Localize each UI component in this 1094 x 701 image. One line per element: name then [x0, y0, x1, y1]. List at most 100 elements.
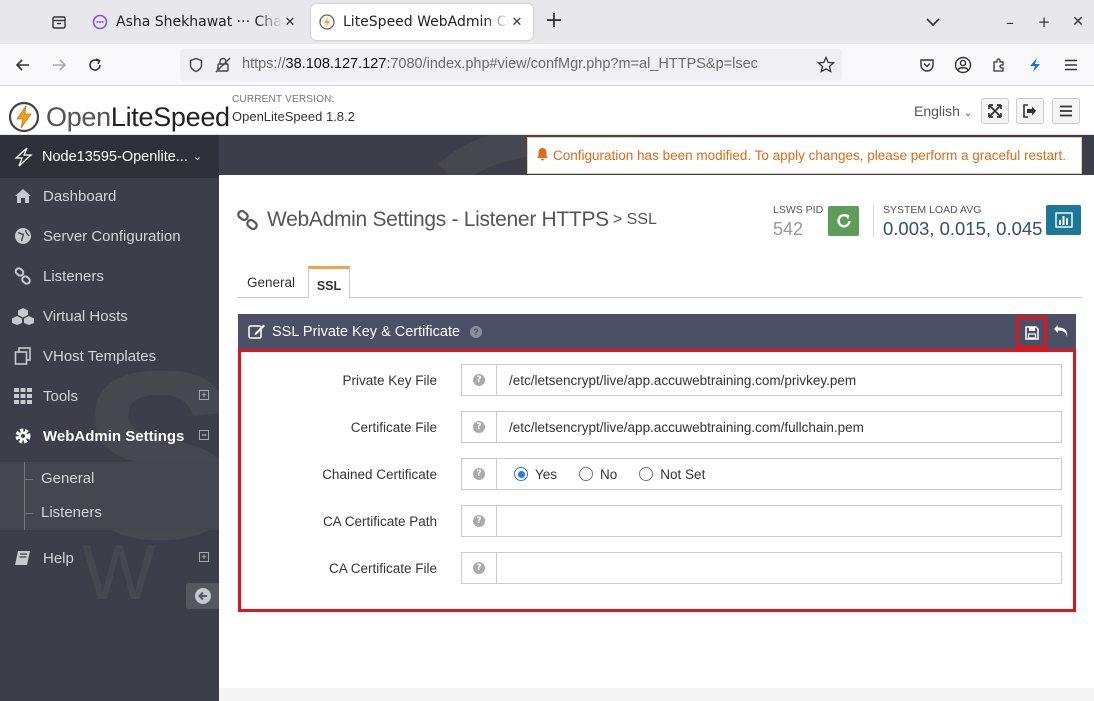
alert-text: Configuration has been modified. To appl…	[553, 148, 1067, 163]
sidebar-item-server-configuration[interactable]: Server Configuration	[0, 216, 219, 256]
tree-connector	[24, 462, 34, 496]
language-selector[interactable]: English ⌄	[914, 103, 972, 119]
sidebar-item-label: Listeners	[43, 267, 104, 285]
logout-button[interactable]	[1016, 98, 1044, 124]
url-bar[interactable]: https://38.108.127.127:7080/index.php#vi…	[180, 49, 842, 81]
menu-toggle-button[interactable]	[1052, 98, 1080, 124]
sidebar-subitem-listeners[interactable]: Listeners	[0, 496, 219, 530]
ca-certificate-file-field[interactable]	[496, 552, 1062, 584]
certificate-file-field[interactable]: /etc/letsencrypt/live/app.accuwebtrainin…	[496, 411, 1062, 443]
sidebar-subitem-general[interactable]: General	[0, 462, 219, 496]
globe-icon	[12, 227, 34, 245]
node-name: Node13595-Openlite...	[42, 148, 188, 165]
help-box[interactable]: ?	[461, 411, 496, 443]
sidebar-item-label: Server Configuration	[43, 227, 181, 245]
help-box[interactable]: ?	[461, 364, 496, 396]
sidebar-item-virtual-hosts[interactable]: Virtual Hosts	[0, 296, 219, 336]
close-tab-icon[interactable]: ✕	[509, 15, 525, 30]
expand-icon	[988, 104, 1002, 118]
close-tab-icon[interactable]: ✕	[282, 15, 298, 30]
sidebar-item-tools[interactable]: Tools +	[0, 376, 219, 416]
radio-dot	[639, 467, 654, 481]
logo-text: OpenLiteSpeed	[46, 101, 230, 132]
load-label: SYSTEM LOAD AVG	[883, 204, 982, 216]
chained-certificate-radio-group: Yes No Not Set	[496, 458, 1062, 490]
question-icon: ?	[473, 374, 485, 386]
form-row-private-key: Private Key File ? /etc/letsencrypt/live…	[241, 364, 1073, 397]
maximize-window-icon[interactable]: +	[1032, 8, 1056, 36]
tab-list-button[interactable]	[44, 8, 74, 36]
collapse-minus-icon[interactable]: −	[199, 430, 209, 440]
tab-litespeed[interactable]: LiteSpeed WebAdmin Con ✕	[311, 4, 533, 40]
pocket-button[interactable]	[913, 51, 941, 79]
tab-title: Asha Shekhawat ··· Chat	[116, 14, 282, 30]
arrow-right-icon	[53, 59, 67, 71]
bookmark-star-icon[interactable]	[817, 56, 835, 74]
radio-label: Not Set	[660, 466, 706, 482]
app-header: OpenLiteSpeed CURRENT VERSION: OpenLiteS…	[0, 87, 1094, 135]
new-tab-button[interactable]: +	[540, 9, 568, 35]
restart-alert: Configuration has been modified. To appl…	[527, 137, 1082, 174]
load-value: 0.003, 0.015, 0.045	[883, 218, 1043, 239]
private-key-file-field[interactable]: /etc/letsencrypt/live/app.accuwebtrainin…	[496, 364, 1062, 396]
pid-label: LSWS PID	[773, 204, 824, 216]
field-label: Certificate File	[350, 420, 437, 435]
fullscreen-button[interactable]	[981, 98, 1009, 124]
page-subtitle: > SSL	[612, 211, 657, 228]
openlitespeed-logo[interactable]: OpenLiteSpeed	[8, 101, 230, 133]
cancel-button[interactable]	[1050, 320, 1072, 342]
radio-no[interactable]: No	[579, 467, 617, 482]
ssl-panel-header: SSL Private Key & Certificate ?	[238, 314, 1076, 349]
pid-value: 542	[773, 219, 804, 239]
node-selector[interactable]: Node13595-Openlite... ⌄	[0, 135, 219, 178]
page-tabs: General SSL	[237, 266, 1082, 299]
extensions-button[interactable]	[985, 51, 1013, 79]
radio-label: Yes	[535, 466, 558, 482]
bolt-extension-button[interactable]	[1021, 51, 1049, 79]
sidebar-item-help[interactable]: Help +	[0, 538, 219, 578]
form-row-chained-certificate: Chained Certificate ? Yes No Not Set	[241, 458, 1073, 491]
footer-strip	[219, 688, 1094, 701]
minimize-window-icon[interactable]: –	[998, 8, 1022, 36]
forward-button[interactable]	[45, 51, 73, 79]
field-label: Chained Certificate	[322, 467, 437, 482]
tab-ssl[interactable]: SSL	[308, 266, 350, 299]
browser-nav-bar: https://38.108.127.127:7080/index.php#vi…	[0, 44, 1094, 86]
graceful-restart-button[interactable]	[828, 206, 859, 236]
sidebar-subitem-label: Listeners	[41, 504, 102, 521]
ca-certificate-path-field[interactable]	[496, 505, 1062, 537]
hamburger-icon	[1065, 59, 1077, 71]
book-icon	[12, 550, 34, 566]
expand-plus-icon[interactable]: +	[199, 390, 209, 400]
help-box[interactable]: ?	[461, 552, 496, 584]
account-button[interactable]	[949, 51, 977, 79]
help-box[interactable]: ?	[461, 505, 496, 537]
sidebar-item-dashboard[interactable]: Dashboard	[0, 176, 219, 216]
sidebar-item-label: WebAdmin Settings	[43, 427, 185, 445]
field-label: CA Certificate Path	[322, 514, 437, 529]
tab-overflow-chevron-icon[interactable]	[918, 8, 948, 36]
question-icon: ?	[473, 468, 485, 480]
lock-insecure-icon	[215, 57, 231, 73]
back-button[interactable]	[9, 51, 37, 79]
reload-button[interactable]	[81, 51, 109, 79]
save-button[interactable]	[1016, 316, 1047, 349]
real-time-stats-button[interactable]	[1046, 205, 1081, 235]
tab-chat[interactable]: Asha Shekhawat ··· Chat ✕	[84, 4, 306, 40]
help-box[interactable]: ?	[461, 458, 496, 490]
sidebar-item-vhost-templates[interactable]: VHost Templates	[0, 336, 219, 376]
radio-yes[interactable]: Yes	[514, 467, 557, 482]
collapse-sidebar-button[interactable]	[186, 583, 219, 609]
close-window-icon[interactable]: ✕	[1066, 8, 1090, 36]
menu-button[interactable]	[1057, 51, 1085, 79]
sidebar-item-listeners[interactable]: Listeners	[0, 256, 219, 296]
arrow-left-icon	[15, 59, 29, 71]
radio-not-set[interactable]: Not Set	[639, 467, 705, 482]
tab-general[interactable]: General	[237, 266, 305, 298]
arrow-circle-left-icon	[194, 588, 211, 604]
help-icon[interactable]: ?	[470, 325, 483, 338]
expand-plus-icon[interactable]: +	[199, 552, 209, 562]
sidebar-item-webadmin-settings[interactable]: WebAdmin Settings −	[0, 416, 219, 456]
save-icon	[1024, 325, 1039, 340]
reload-icon	[89, 58, 101, 71]
